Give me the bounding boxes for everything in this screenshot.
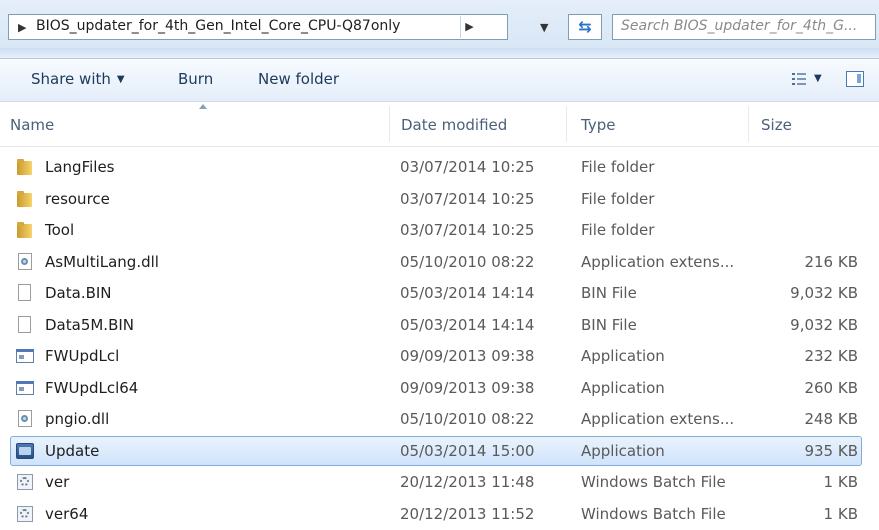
file-row-fwupdlcl64[interactable]: FWUpdLcl64 09/09/2013 09:38 Application … xyxy=(0,373,879,405)
file-type: Application xyxy=(581,442,665,460)
address-bar[interactable]: ▶ BIOS_updater_for_4th_Gen_Intel_Core_CP… xyxy=(8,14,508,40)
file-row-asmultilang-dll[interactable]: AsMultiLang.dll 05/10/2010 08:22 Applica… xyxy=(0,247,879,279)
update-app-icon xyxy=(16,442,34,460)
file-type: BIN File xyxy=(581,284,637,302)
file-row-resource[interactable]: resource 03/07/2014 10:25 File folder xyxy=(0,184,879,216)
file-list: LangFiles 03/07/2014 10:25 File folder r… xyxy=(0,152,879,530)
file-type: BIN File xyxy=(581,316,637,334)
column-header-row: Name Date modified Type Size xyxy=(0,102,879,147)
command-toolbar: Share with ▼ Burn New folder ▼ xyxy=(0,59,879,102)
breadcrumb-current-folder[interactable]: BIOS_updater_for_4th_Gen_Intel_Core_CPU-… xyxy=(36,18,400,34)
file-date: 03/07/2014 10:25 xyxy=(400,158,534,176)
file-row-data5m-bin[interactable]: Data5M.BIN 05/03/2014 14:14 BIN File 9,0… xyxy=(0,310,879,342)
share-with-button[interactable]: Share with ▼ xyxy=(31,70,125,88)
file-name: ver64 xyxy=(45,505,88,523)
file-row-update[interactable]: Update 05/03/2014 15:00 Application 935 … xyxy=(0,436,879,468)
file-row-pngio-dll[interactable]: pngio.dll 05/10/2010 08:22 Application e… xyxy=(0,404,879,436)
view-dropdown-icon[interactable]: ▼ xyxy=(814,73,822,84)
file-name: pngio.dll xyxy=(45,410,109,428)
folder-icon xyxy=(16,158,34,176)
file-name: resource xyxy=(45,190,110,208)
preview-pane-icon[interactable] xyxy=(846,71,864,87)
folder-icon xyxy=(16,190,34,208)
file-date: 05/10/2010 08:22 xyxy=(400,410,534,428)
folder-icon xyxy=(16,221,34,239)
file-name: ver xyxy=(45,473,69,491)
file-date: 05/10/2010 08:22 xyxy=(400,253,534,271)
file-row-data-bin[interactable]: Data.BIN 05/03/2014 14:14 BIN File 9,032… xyxy=(0,278,879,310)
file-type: Application extens... xyxy=(581,410,734,428)
address-bar-divider xyxy=(0,48,879,59)
application-icon xyxy=(16,379,34,397)
file-date: 05/03/2014 14:14 xyxy=(400,316,534,334)
file-date: 03/07/2014 10:25 xyxy=(400,221,534,239)
file-size: 216 KB xyxy=(804,253,858,271)
file-size: 232 KB xyxy=(804,347,858,365)
file-icon xyxy=(16,284,34,302)
column-divider[interactable] xyxy=(748,106,749,142)
refresh-icon: ⇆ xyxy=(578,17,591,36)
file-row-ver64[interactable]: ver64 20/12/2013 11:52 Windows Batch Fil… xyxy=(0,499,879,530)
burn-button[interactable]: Burn xyxy=(178,70,213,88)
file-size: 1 KB xyxy=(824,505,858,523)
file-name: Data5M.BIN xyxy=(45,316,134,334)
breadcrumb-root-arrow-icon[interactable]: ▶ xyxy=(18,21,26,34)
column-header-size[interactable]: Size xyxy=(761,116,792,134)
address-bar-region: ▶ BIOS_updater_for_4th_Gen_Intel_Core_CP… xyxy=(0,0,879,58)
dll-icon xyxy=(16,410,34,428)
application-icon xyxy=(16,347,34,365)
file-row-langfiles[interactable]: LangFiles 03/07/2014 10:25 File folder xyxy=(0,152,879,184)
file-size: 260 KB xyxy=(804,379,858,397)
file-size: 9,032 KB xyxy=(790,316,858,334)
file-name: Data.BIN xyxy=(45,284,112,302)
file-date: 09/09/2013 09:38 xyxy=(400,379,534,397)
file-row-tool[interactable]: Tool 03/07/2014 10:25 File folder xyxy=(0,215,879,247)
column-header-type[interactable]: Type xyxy=(581,116,615,134)
file-type: Windows Batch File xyxy=(581,505,726,523)
column-header-date[interactable]: Date modified xyxy=(401,116,507,134)
file-row-ver[interactable]: ver 20/12/2013 11:48 Windows Batch File … xyxy=(0,467,879,499)
change-view-icon[interactable] xyxy=(792,72,806,86)
refresh-button[interactable]: ⇆ xyxy=(568,14,602,40)
file-size: 935 KB xyxy=(804,442,858,460)
file-name: Update xyxy=(45,442,99,460)
file-name: LangFiles xyxy=(45,158,115,176)
file-size: 1 KB xyxy=(824,473,858,491)
column-divider[interactable] xyxy=(566,106,567,142)
file-size: 9,032 KB xyxy=(790,284,858,302)
breadcrumb-chevron-icon[interactable]: ▶ xyxy=(460,16,478,38)
sort-ascending-icon xyxy=(199,104,207,109)
file-type: Application xyxy=(581,379,665,397)
file-date: 20/12/2013 11:52 xyxy=(400,505,534,523)
file-name: AsMultiLang.dll xyxy=(45,253,159,271)
file-date: 20/12/2013 11:48 xyxy=(400,473,534,491)
file-type: File folder xyxy=(581,221,654,239)
file-size: 248 KB xyxy=(804,410,858,428)
file-date: 09/09/2013 09:38 xyxy=(400,347,534,365)
file-date: 05/03/2014 15:00 xyxy=(400,442,534,460)
file-type: Application extens... xyxy=(581,253,734,271)
file-type: Windows Batch File xyxy=(581,473,726,491)
column-header-name[interactable]: Name xyxy=(10,116,54,134)
batch-file-icon xyxy=(16,505,34,523)
batch-file-icon xyxy=(16,473,34,491)
address-dropdown-icon[interactable]: ▼ xyxy=(540,21,548,34)
dll-icon xyxy=(16,253,34,271)
file-type: Application xyxy=(581,347,665,365)
file-date: 03/07/2014 10:25 xyxy=(400,190,534,208)
new-folder-button[interactable]: New folder xyxy=(258,70,339,88)
file-icon xyxy=(16,316,34,334)
column-divider[interactable] xyxy=(389,106,390,142)
share-dropdown-icon: ▼ xyxy=(117,74,125,85)
file-name: FWUpdLcl64 xyxy=(45,379,138,397)
search-input[interactable]: Search BIOS_updater_for_4th_G... xyxy=(612,14,876,40)
file-type: File folder xyxy=(581,190,654,208)
file-date: 05/03/2014 14:14 xyxy=(400,284,534,302)
share-with-label: Share with xyxy=(31,70,111,88)
file-type: File folder xyxy=(581,158,654,176)
file-row-fwupdlcl[interactable]: FWUpdLcl 09/09/2013 09:38 Application 23… xyxy=(0,341,879,373)
file-name: FWUpdLcl xyxy=(45,347,119,365)
file-name: Tool xyxy=(45,221,74,239)
